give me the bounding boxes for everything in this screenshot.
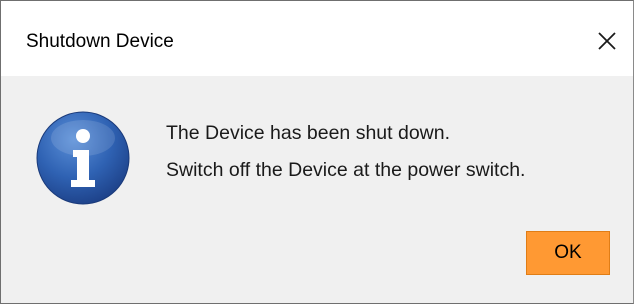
shutdown-dialog: Shutdown Device The Device has been shut… (0, 0, 634, 304)
ok-button[interactable]: OK (526, 231, 610, 275)
message-line-1: The Device has been shut down. (166, 122, 451, 144)
close-button[interactable] (587, 21, 627, 63)
close-icon (598, 32, 616, 50)
title-bar: Shutdown Device (1, 1, 633, 76)
info-icon (36, 111, 130, 205)
dialog-body: The Device has been shut down. Switch of… (1, 76, 633, 303)
window-title: Shutdown Device (26, 31, 174, 52)
message-line-2: Switch off the Device at the power switc… (166, 159, 526, 181)
